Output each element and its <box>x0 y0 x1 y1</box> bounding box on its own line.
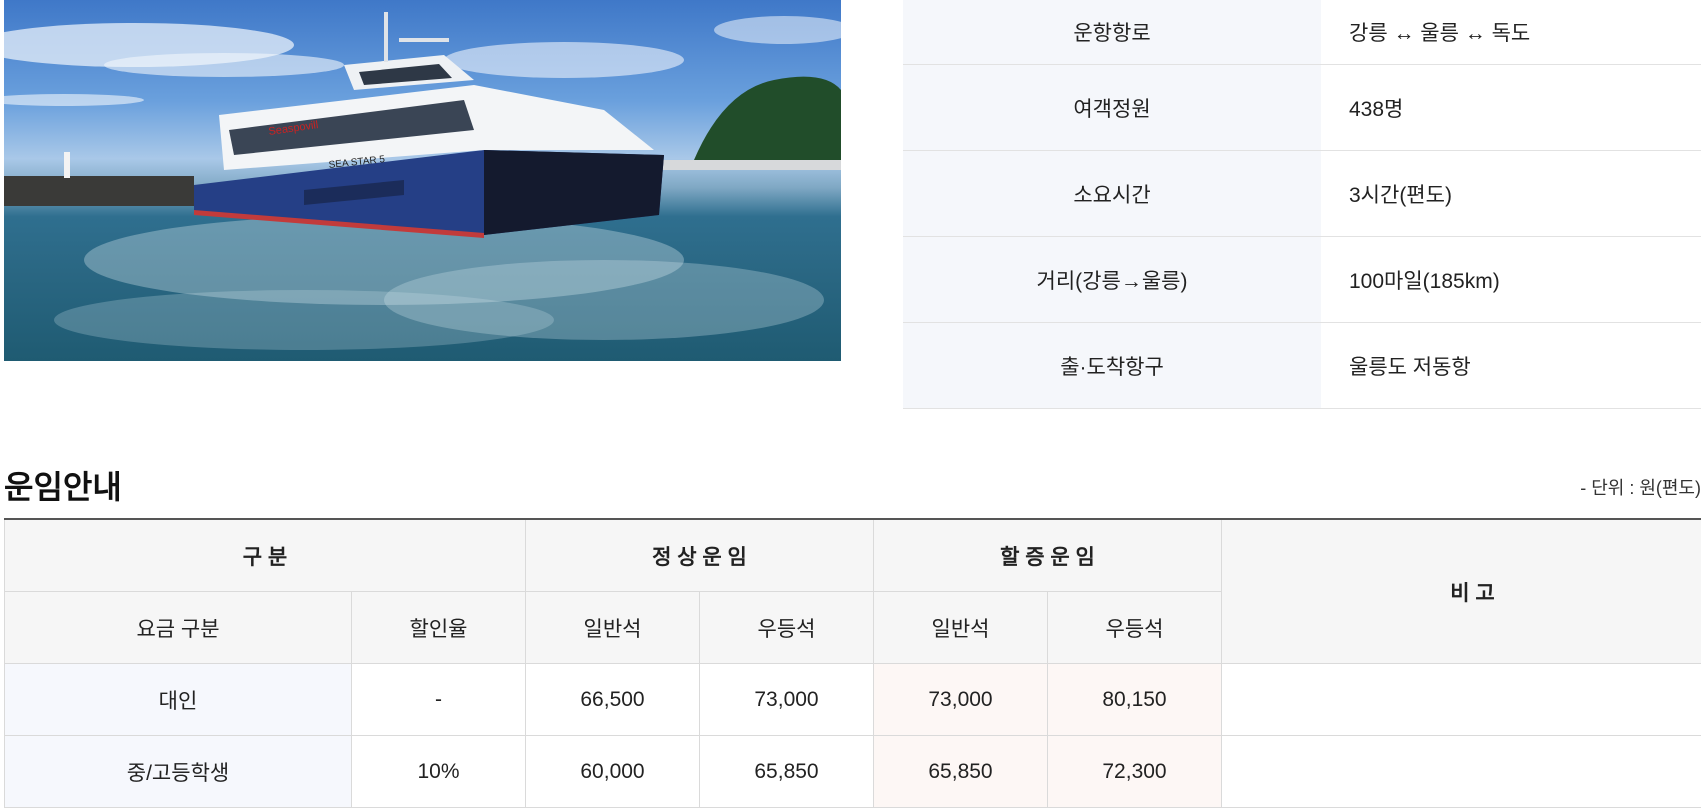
header-normal-premium: 우등석 <box>700 592 874 664</box>
header-normal-general: 일반석 <box>526 592 700 664</box>
normal-premium-cell: 65,850 <box>700 736 874 808</box>
info-row-route: 운항항로 강릉 ↔ 울릉 ↔ 독도 <box>903 0 1701 65</box>
header-fare-type: 요금 구분 <box>5 592 352 664</box>
surge-general-cell: 65,850 <box>874 736 1048 808</box>
fare-section-title: 운임안내 <box>4 462 122 508</box>
info-label: 운항항로 <box>903 0 1321 65</box>
info-value: 438명 <box>1321 65 1701 151</box>
note-cell <box>1222 736 1701 808</box>
info-label: 여객정원 <box>903 65 1321 151</box>
ship-info-table: 운항항로 강릉 ↔ 울릉 ↔ 독도 여객정원 438명 소요시간 3시간(편도)… <box>903 0 1701 409</box>
info-row-duration: 소요시간 3시간(편도) <box>903 151 1701 237</box>
ship-illustration: SEA STAR 5 Seaspovill <box>4 0 841 361</box>
info-label: 소요시간 <box>903 151 1321 237</box>
header-category: 구 분 <box>5 519 526 592</box>
fare-table: 구 분 정 상 운 임 할 증 운 임 비 고 요금 구분 할인율 일반석 우등… <box>4 518 1701 808</box>
header-surge-fare: 할 증 운 임 <box>874 519 1222 592</box>
fare-unit-note: - 단위 : 원(편도) <box>1580 474 1701 500</box>
discount-cell: - <box>352 664 526 736</box>
header-surge-premium: 우등석 <box>1048 592 1222 664</box>
info-value: 3시간(편도) <box>1321 151 1701 237</box>
normal-general-cell: 60,000 <box>526 736 700 808</box>
info-value: 울릉도 저동항 <box>1321 323 1701 409</box>
normal-general-cell: 66,500 <box>526 664 700 736</box>
surge-premium-cell: 80,150 <box>1048 664 1222 736</box>
info-label: 출·도착항구 <box>903 323 1321 409</box>
surge-premium-cell: 72,300 <box>1048 736 1222 808</box>
header-note: 비 고 <box>1222 519 1701 664</box>
fare-header-row: 구 분 정 상 운 임 할 증 운 임 비 고 <box>5 519 1701 592</box>
info-row-port: 출·도착항구 울릉도 저동항 <box>903 323 1701 409</box>
fare-row-student: 중/고등학생 10% 60,000 65,850 65,850 72,300 <box>5 736 1701 808</box>
header-discount: 할인율 <box>352 592 526 664</box>
header-normal-fare: 정 상 운 임 <box>526 519 874 592</box>
normal-premium-cell: 73,000 <box>700 664 874 736</box>
header-surge-general: 일반석 <box>874 592 1048 664</box>
info-value: 100마일(185km) <box>1321 237 1701 323</box>
ship-photo: SEA STAR 5 Seaspovill <box>4 0 841 361</box>
info-value: 강릉 ↔ 울릉 ↔ 독도 <box>1321 0 1701 65</box>
info-row-capacity: 여객정원 438명 <box>903 65 1701 151</box>
info-label: 거리(강릉→울릉) <box>903 237 1321 323</box>
surge-general-cell: 73,000 <box>874 664 1048 736</box>
discount-cell: 10% <box>352 736 526 808</box>
fare-row-adult: 대인 - 66,500 73,000 73,000 80,150 <box>5 664 1701 736</box>
info-row-distance: 거리(강릉→울릉) 100마일(185km) <box>903 237 1701 323</box>
note-cell <box>1222 664 1701 736</box>
fare-type-cell: 대인 <box>5 664 352 736</box>
fare-type-cell: 중/고등학생 <box>5 736 352 808</box>
